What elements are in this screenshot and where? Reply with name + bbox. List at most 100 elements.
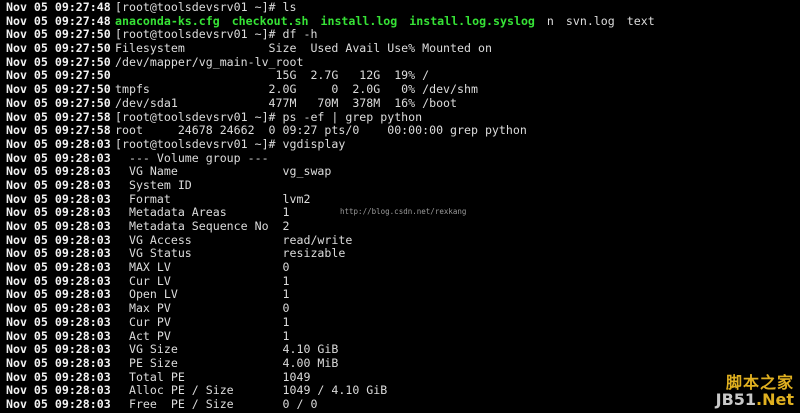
executable-file-name: checkout.sh	[231, 13, 309, 28]
line-text: /dev/sda1 477M 70M 378M 16% /boot	[115, 95, 458, 110]
line-text: Cur LV 1	[115, 273, 290, 288]
line-text: Metadata Sequence No 2	[115, 219, 290, 233]
line-text: --- Volume group ---	[115, 150, 269, 165]
line-timestamp: Nov 05 09:28:03	[6, 273, 111, 288]
executable-file-name: install.log.syslog	[409, 13, 535, 28]
line-timestamp: Nov 05 09:28:03	[6, 383, 111, 398]
line-timestamp: Nov 05 09:27:50	[6, 95, 111, 110]
line-timestamp: Nov 05 09:28:03	[6, 328, 111, 343]
file-name: svn.log	[565, 13, 615, 28]
line-timestamp: Nov 05 09:27:58	[6, 109, 111, 124]
line-timestamp: Nov 05 09:27:50	[6, 41, 111, 56]
terminal-line: Nov 05 09:27:50 15G 2.7G 12G 19% /	[0, 69, 800, 83]
line-timestamp: Nov 05 09:28:03	[6, 205, 111, 220]
line-text: System ID	[115, 177, 192, 192]
line-text: MAX LV 0	[115, 260, 290, 275]
line-text: Act PV 1	[115, 328, 290, 343]
line-text: 15G 2.7G 12G 19% /	[115, 68, 430, 83]
logo-brand-text: JB51.Net	[716, 391, 794, 409]
line-timestamp: Nov 05 09:27:48	[6, 13, 111, 28]
terminal-line: Nov 05 09:28:03 Alloc PE / Size 1049 / 4…	[0, 384, 800, 398]
line-text: [root@toolsdevsrv01 ~]# df -h	[115, 27, 318, 42]
file-listing: anaconda-ks.cfg checkout.sh install.log ins…	[115, 13, 800, 29]
line-timestamp: Nov 05 09:27:50	[6, 54, 111, 69]
line-timestamp: Nov 05 09:28:03	[6, 301, 111, 316]
terminal-line: Nov 05 09:28:03 MAX LV 0	[0, 260, 800, 275]
site-logo: 脚本之家 JB51.Net	[716, 374, 794, 409]
terminal-line: Nov 05 09:27:48 anaconda-ks.cfg checkout.s…	[0, 13, 800, 29]
line-text: Alloc PE / Size 1049 / 4.10 GiB	[115, 383, 388, 398]
line-text: [root@toolsdevsrv01 ~]# vgdisplay	[115, 136, 346, 151]
terminal-line: Nov 05 09:28:03 VG Access read/write	[0, 232, 800, 248]
line-timestamp: Nov 05 09:27:48	[6, 0, 111, 14]
terminal-line: Nov 05 09:28:03 PE Size 4.00 MiB	[0, 355, 800, 371]
executable-file-name: anaconda-ks.cfg	[115, 13, 220, 28]
terminal-line: Nov 05 09:28:03 Open LV 1	[0, 288, 800, 302]
terminal-line: Nov 05 09:27:50/dev/mapper/vg_main-lv_ro…	[0, 54, 800, 70]
terminal-line: Nov 05 09:27:50 tmpfs 2.0G 0 2.0G 0% /dev…	[0, 82, 800, 97]
line-timestamp: Nov 05 09:28:03	[6, 314, 111, 329]
line-timestamp: Nov 05 09:28:03	[6, 219, 111, 233]
blog-watermark: http://blog.csdn.net/rexkang	[340, 207, 467, 216]
line-text: VG Name vg_swap	[115, 164, 332, 179]
terminal-window[interactable]: Nov 05 09:27:48 [root@toolsdevsrv01 ~]# l…	[0, 0, 800, 413]
line-timestamp: Nov 05 09:28:03	[6, 396, 111, 411]
file-name: text	[626, 13, 655, 28]
file-name: n	[546, 13, 554, 28]
terminal-line: Nov 05 09:27:58 [root@toolsdevsrv01 ~]# p…	[0, 109, 800, 125]
line-timestamp: Nov 05 09:28:03	[6, 260, 111, 275]
line-text: VG Size 4.10 GiB	[115, 342, 339, 357]
line-text: Max PV 0	[115, 301, 290, 316]
logo-brand-name: JB51	[715, 390, 757, 410]
line-timestamp: Nov 05 09:28:03	[6, 369, 111, 384]
line-timestamp: Nov 05 09:28:03	[6, 191, 111, 206]
line-text: VG Access read/write	[115, 232, 353, 247]
line-timestamp: Nov 05 09:28:03	[6, 177, 111, 192]
terminal-line: Nov 05 09:28:03 VG Name vg_swap	[0, 165, 800, 179]
line-text: PE Size 4.00 MiB	[115, 355, 339, 370]
logo-chinese-text: 脚本之家	[725, 372, 794, 392]
line-text: Total PE 1049	[115, 369, 311, 384]
terminal-line: Nov 05 09:27:50 Filesystem Size Used Avai…	[0, 41, 800, 56]
terminal-line: Nov 05 09:28:03 VG Status resizable	[0, 247, 800, 261]
line-timestamp: Nov 05 09:27:50	[6, 68, 111, 83]
line-timestamp: Nov 05 09:28:03	[6, 246, 111, 261]
line-text: VG Status resizable	[115, 246, 346, 261]
terminal-line: Nov 05 09:27:50 [root@toolsdevsrv01 ~]# d…	[0, 28, 800, 42]
terminal-line: Nov 05 09:28:03 Metadata Sequence No 2	[0, 219, 800, 234]
line-text: [root@toolsdevsrv01 ~]# ps -ef | grep py…	[115, 109, 423, 124]
line-text: Free PE / Size 0 / 0	[115, 396, 318, 411]
line-timestamp: Nov 05 09:28:03	[6, 164, 111, 179]
line-timestamp: Nov 05 09:28:03	[6, 150, 111, 165]
terminal-line: Nov 05 09:27:50/dev/sda1 477M 70M 378M 1…	[0, 95, 800, 111]
terminal-line: Nov 05 09:27:48 [root@toolsdevsrv01 ~]# l…	[0, 0, 800, 15]
terminal-line: Nov 05 09:27:58 root 24678 24662 0 09:27 …	[0, 123, 800, 138]
line-timestamp: Nov 05 09:27:50	[6, 27, 111, 42]
line-text: Format lvm2	[115, 191, 311, 206]
logo-brand-suffix: .Net	[756, 390, 794, 410]
terminal-line: Nov 05 09:28:03 Act PV 1	[0, 328, 800, 344]
line-text: Cur PV 1	[115, 314, 290, 329]
line-timestamp: Nov 05 09:28:03	[6, 232, 111, 247]
terminal-line: Nov 05 09:28:03 [root@toolsdevsrv01 ~]# v…	[0, 136, 800, 152]
line-timestamp: Nov 05 09:28:03	[6, 342, 111, 357]
terminal-line: Nov 05 09:28:03 --- Volume group ---	[0, 150, 800, 166]
line-timestamp: Nov 05 09:28:03	[6, 136, 111, 151]
executable-file-name: install.log	[320, 13, 398, 28]
terminal-line: Nov 05 09:28:03 Cur LV 1	[0, 273, 800, 289]
line-text: Open LV 1	[115, 287, 290, 302]
terminal-line: Nov 05 09:28:03 Free PE / Size 0 / 0	[0, 396, 800, 412]
line-text: tmpfs 2.0G 0 2.0G 0% /dev/shm	[115, 82, 478, 97]
line-timestamp: Nov 05 09:28:03	[6, 355, 111, 370]
terminal-line: Nov 05 09:28:03 Max PV 0	[0, 301, 800, 316]
line-text: Filesystem Size Used Avail Use% Mounted …	[115, 41, 492, 56]
line-text: root 24678 24662 0 09:27 pts/0 00:00:00 …	[115, 123, 527, 138]
terminal-line: Nov 05 09:28:03 Cur PV 1	[0, 314, 800, 330]
terminal-line: Nov 05 09:28:03 System ID	[0, 177, 800, 193]
line-text: /dev/mapper/vg_main-lv_root	[115, 54, 304, 69]
line-timestamp: Nov 05 09:28:03	[6, 287, 111, 302]
line-timestamp: Nov 05 09:27:58	[6, 123, 111, 138]
terminal-line: Nov 05 09:28:03 Format lvm2	[0, 191, 800, 207]
line-timestamp: Nov 05 09:27:50	[6, 82, 111, 97]
line-text: [root@toolsdevsrv01 ~]# ls	[115, 0, 297, 14]
